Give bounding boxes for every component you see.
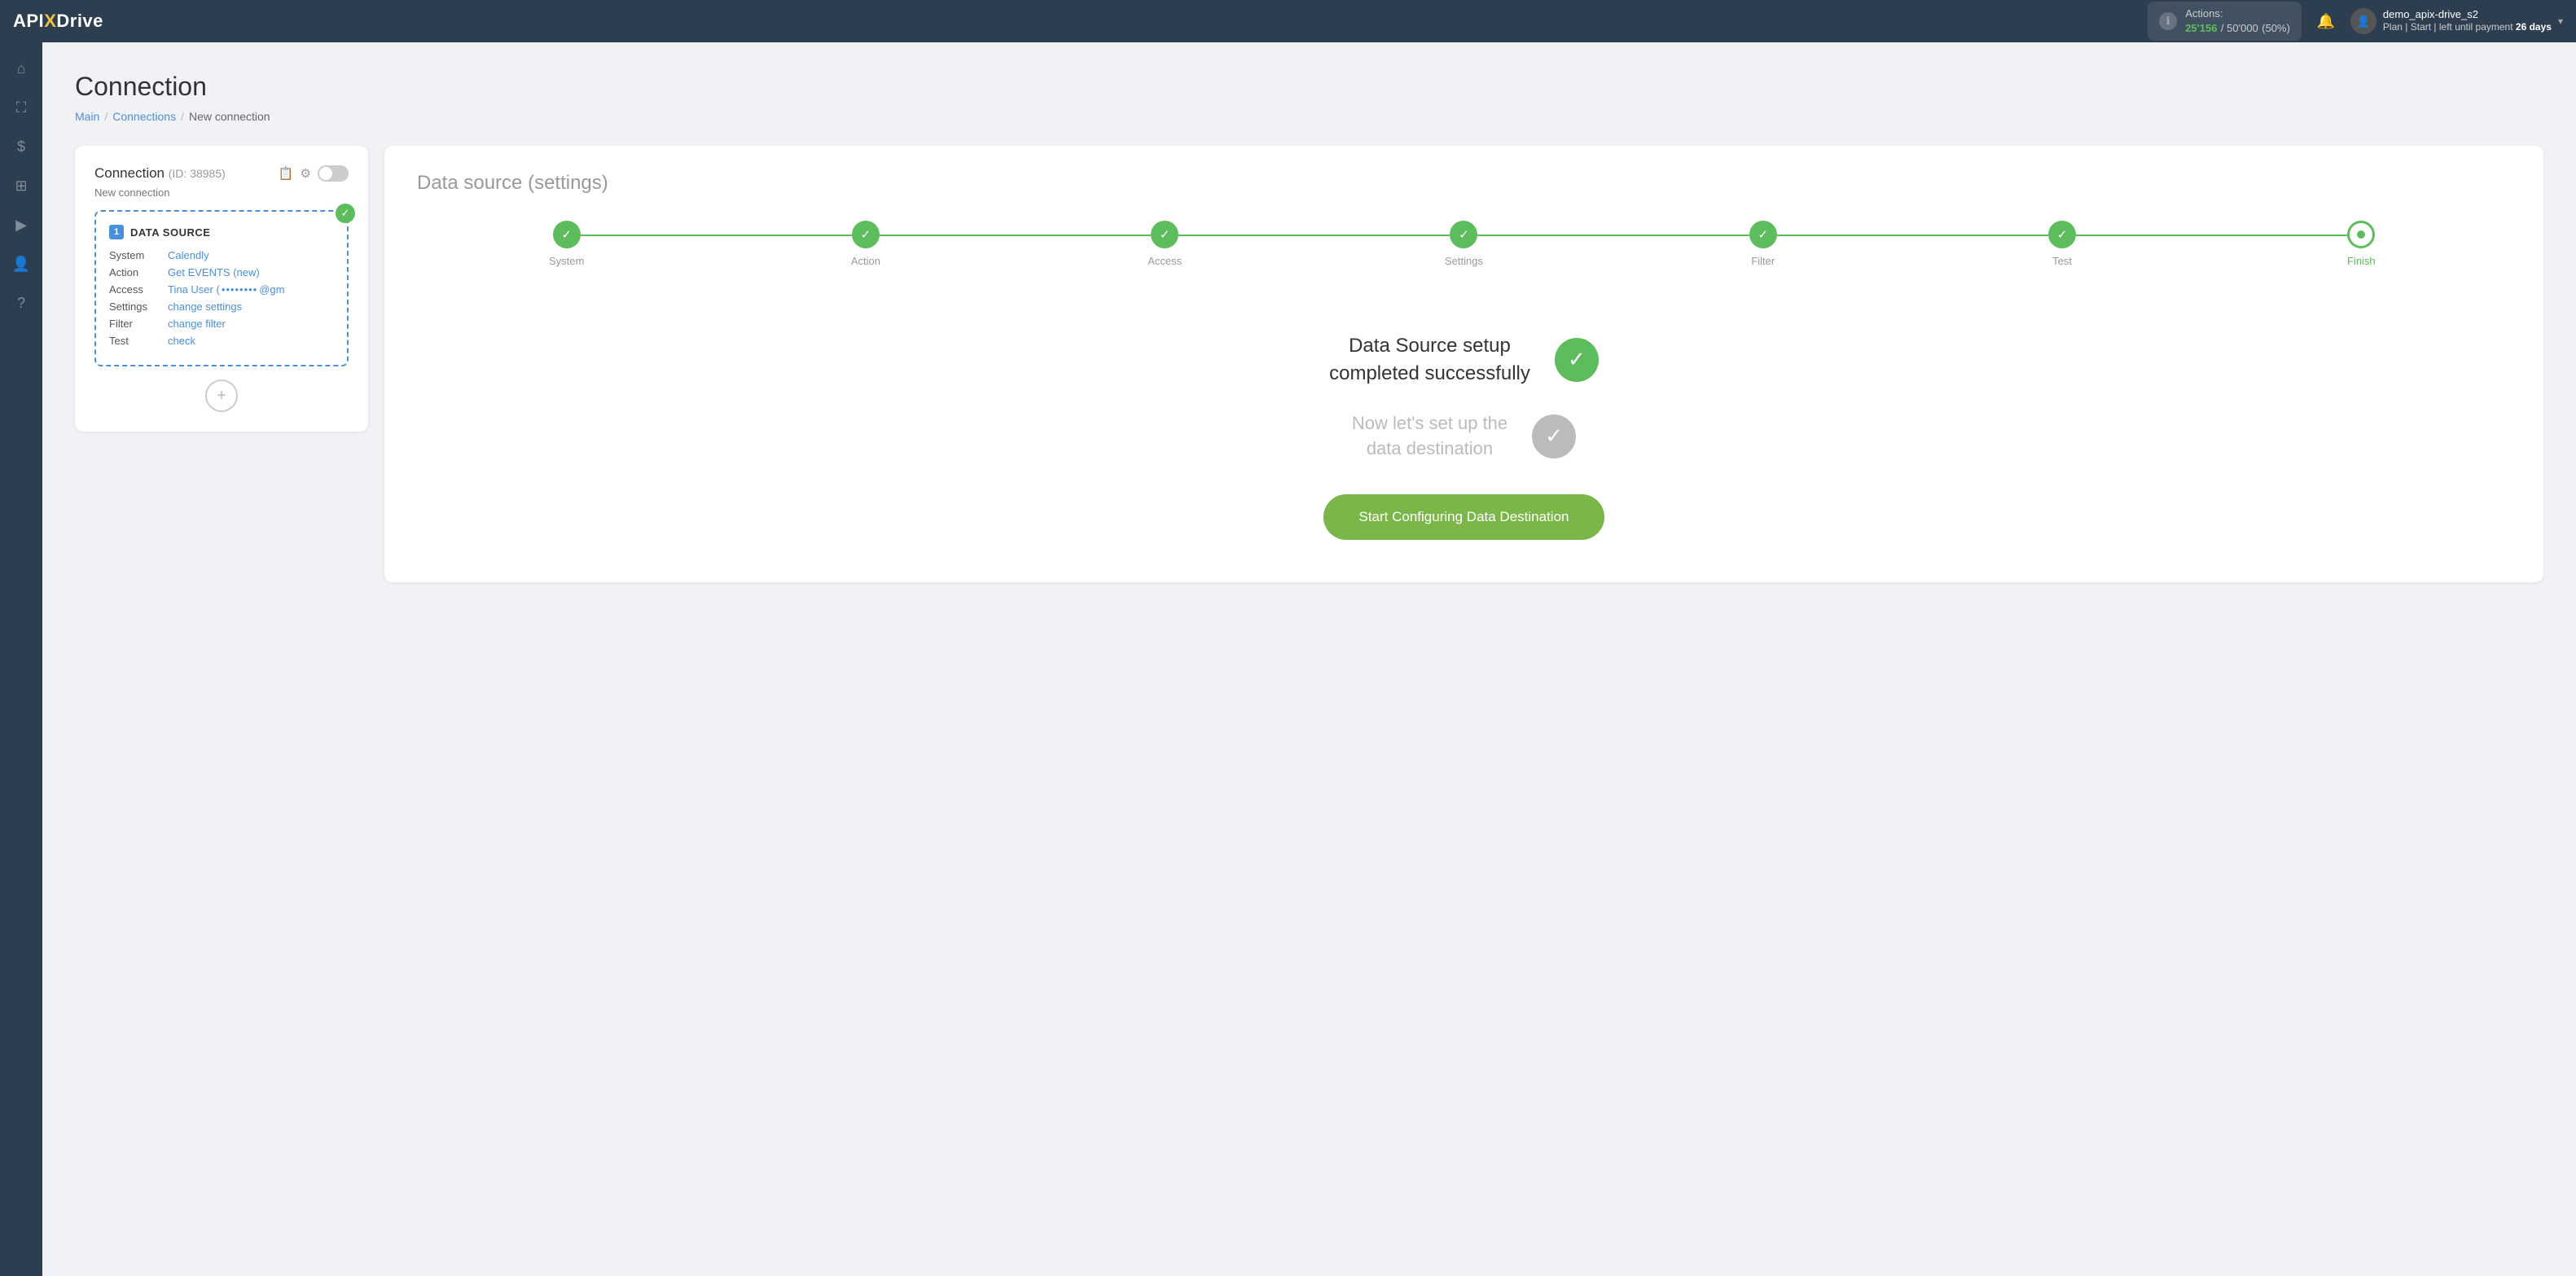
sidebar-item-tutorial[interactable]: ▶ (5, 208, 37, 241)
ds-system-value[interactable]: Calendly (168, 249, 209, 261)
avatar: 👤 (2350, 8, 2376, 34)
main-layout: ⌂ ⛶ $ ⊞ ▶ 👤 ? Connection Main / Connecti… (0, 42, 2576, 1276)
step-settings: ✓ Settings (1314, 221, 1613, 267)
ds-row-filter: Filter change filter (109, 318, 334, 330)
ds-title: DATA SOURCE (130, 226, 210, 239)
step-circle-finish (2347, 221, 2375, 248)
breadcrumb-main[interactable]: Main (75, 110, 99, 123)
ds-row-test: Test check (109, 335, 334, 347)
success-row-primary: Data Source setupcompleted successfully … (1329, 332, 1599, 387)
step-label-settings: Settings (1445, 255, 1483, 267)
connection-panel-header: Connection (ID: 38985) 📋 ⚙ (94, 165, 349, 182)
logo: APIXDrive (13, 11, 103, 32)
sidebar: ⌂ ⛶ $ ⊞ ▶ 👤 ? (0, 42, 42, 1276)
ds-access-value[interactable]: Tina User (••••••••@gm (168, 283, 285, 296)
step-access: ✓ Access (1016, 221, 1314, 267)
settings-title: Data source (settings) (417, 172, 2511, 195)
ds-filter-value[interactable]: change filter (168, 318, 226, 330)
breadcrumb-current: New connection (189, 110, 270, 123)
step-circle-action: ✓ (852, 221, 880, 248)
card-check-icon: ✓ (336, 204, 355, 223)
success-row-secondary: Now let's set up thedata destination ✓ (1352, 411, 1576, 462)
enable-toggle[interactable] (318, 165, 349, 182)
connection-panel: Connection (ID: 38985) 📋 ⚙ New connectio… (75, 146, 368, 432)
start-configuring-button[interactable]: Start Configuring Data Destination (1323, 494, 1605, 540)
panels-row: Connection (ID: 38985) 📋 ⚙ New connectio… (75, 146, 2543, 582)
settings-panel: Data source (settings) ✓ System ✓ Action (384, 146, 2543, 582)
actions-info: ℹ Actions: 25'156 / 50'000 (50%) (2148, 2, 2302, 41)
step-label-access: Access (1148, 255, 1182, 267)
sidebar-item-connections[interactable]: ⛶ (5, 91, 37, 124)
breadcrumb: Main / Connections / New connection (75, 110, 2543, 123)
step-action: ✓ Action (716, 221, 1015, 267)
content-area: Connection Main / Connections / New conn… (42, 42, 2576, 1276)
actions-used: 25'156 (2185, 22, 2217, 34)
notifications-bell[interactable]: 🔔 (2311, 7, 2341, 36)
copy-icon[interactable]: 📋 (279, 166, 294, 181)
step-label-action: Action (851, 255, 880, 267)
sidebar-item-profile[interactable]: 👤 (5, 248, 37, 280)
add-connection-button[interactable]: + (205, 379, 238, 412)
sidebar-item-billing[interactable]: $ (5, 130, 37, 163)
ds-row-system: System Calendly (109, 249, 334, 261)
username: demo_apix-drive_s2 (2383, 8, 2552, 20)
ds-number: 1 (109, 225, 124, 239)
success-check-green: ✓ (1555, 338, 1599, 382)
success-text-primary: Data Source setupcompleted successfully (1329, 332, 1530, 387)
ds-settings-value[interactable]: change settings (168, 300, 242, 313)
ds-action-value[interactable]: Get EVENTS (new) (168, 266, 260, 278)
step-label-test: Test (2052, 255, 2072, 267)
success-text-secondary: Now let's set up thedata destination (1352, 411, 1507, 462)
topbar: APIXDrive ℹ Actions: 25'156 / 50'000 (50… (0, 0, 2576, 42)
actions-pct: (50%) (2262, 22, 2290, 34)
step-label-finish: Finish (2347, 255, 2376, 267)
actions-label: Actions: 25'156 / 50'000 (50%) (2185, 7, 2290, 36)
ds-test-value[interactable]: check (168, 335, 195, 347)
connection-id: (ID: 38985) (169, 167, 226, 180)
step-label-filter: Filter (1751, 255, 1775, 267)
logo-text: APIXDrive (13, 11, 103, 32)
step-finish: Finish (2212, 221, 2511, 267)
sidebar-item-help[interactable]: ? (5, 287, 37, 319)
connection-icons: 📋 ⚙ (279, 165, 349, 182)
plan-info: Plan | Start | left until payment 26 day… (2383, 20, 2552, 34)
info-icon: ℹ (2159, 12, 2177, 30)
ds-row-settings: Settings change settings (109, 300, 334, 313)
actions-total: 50'000 (2227, 22, 2258, 34)
step-filter: ✓ Filter (1613, 221, 1912, 267)
step-circle-access: ✓ (1151, 221, 1178, 248)
breadcrumb-connections[interactable]: Connections (112, 110, 176, 123)
step-circle-test: ✓ (2048, 221, 2076, 248)
step-test: ✓ Test (1912, 221, 2211, 267)
ds-row-action: Action Get EVENTS (new) (109, 266, 334, 278)
step-circle-filter: ✓ (1749, 221, 1777, 248)
user-menu[interactable]: 👤 demo_apix-drive_s2 Plan | Start | left… (2350, 8, 2563, 34)
step-system: ✓ System (417, 221, 716, 267)
chevron-down-icon: ▾ (2558, 15, 2563, 27)
success-check-grey: ✓ (1532, 414, 1576, 458)
sidebar-item-home[interactable]: ⌂ (5, 52, 37, 85)
sidebar-item-integrations[interactable]: ⊞ (5, 169, 37, 202)
step-circle-system: ✓ (553, 221, 581, 248)
success-section: Data Source setupcompleted successfully … (417, 316, 2511, 556)
step-circle-settings: ✓ (1450, 221, 1477, 248)
settings-icon[interactable]: ⚙ (301, 166, 311, 181)
steps-row: ✓ System ✓ Action ✓ Access (417, 221, 2511, 267)
logo-x: X (44, 11, 56, 31)
connection-title: Connection (ID: 38985) (94, 165, 270, 182)
page-title: Connection (75, 72, 2543, 102)
step-label-system: System (549, 255, 584, 267)
ds-row-access: Access Tina User (••••••••@gm (109, 283, 334, 296)
connection-label: New connection (94, 186, 349, 199)
data-source-card: ✓ 1 DATA SOURCE System Calendly Action G… (94, 210, 349, 366)
